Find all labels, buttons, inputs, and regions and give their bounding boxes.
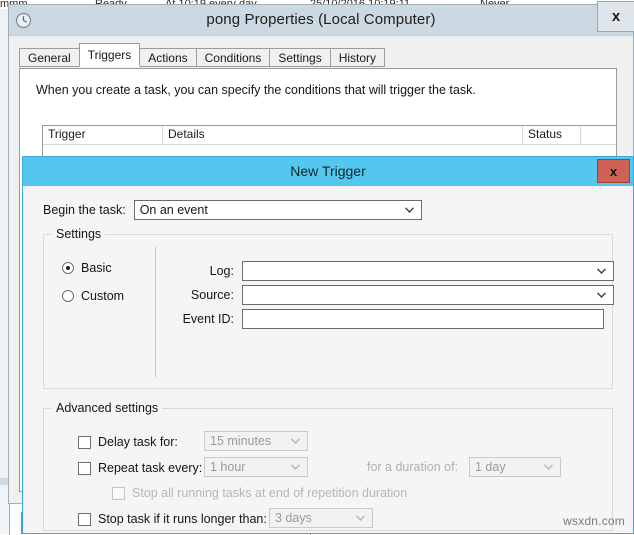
properties-tab-strip: General Triggers Actions Conditions Sett… xyxy=(19,43,386,67)
new-trigger-dialog: New Trigger x Begin the task: On an even… xyxy=(22,156,634,534)
advanced-settings-groupbox: Advanced settings Delay task for: 15 min… xyxy=(43,401,613,531)
watermark: wsxdn.com xyxy=(563,514,625,528)
source-select[interactable] xyxy=(242,285,614,305)
radio-custom-indicator xyxy=(62,290,74,302)
checkbox-repeat-task[interactable]: Repeat task every: xyxy=(78,461,202,475)
new-trigger-titlebar: New Trigger x xyxy=(23,157,633,186)
tab-settings[interactable]: Settings xyxy=(269,48,331,67)
radio-custom-label: Custom xyxy=(81,289,125,303)
chevron-down-icon xyxy=(597,292,606,298)
trigger-table-header: Trigger Details Status xyxy=(43,126,616,145)
stop-long-duration-select[interactable]: 3 days xyxy=(269,508,373,528)
event-id-row: Event ID: xyxy=(176,309,604,329)
delay-duration-select[interactable]: 15 minutes xyxy=(204,431,308,451)
source-row: Source: xyxy=(176,285,614,305)
radio-basic[interactable]: Basic xyxy=(62,261,155,275)
column-header-status[interactable]: Status xyxy=(523,126,581,144)
advanced-settings-legend: Advanced settings xyxy=(52,401,163,415)
log-label: Log: xyxy=(209,264,234,278)
close-icon[interactable]: x xyxy=(597,1,634,32)
properties-titlebar: pong Properties (Local Computer) x xyxy=(9,1,634,36)
event-id-input[interactable] xyxy=(242,309,604,329)
new-trigger-body: Begin the task: On an event Settings Bas… xyxy=(25,186,631,533)
chevron-down-icon xyxy=(544,464,553,470)
stop-all-checkbox-indicator xyxy=(112,486,125,500)
stop-long-duration-value: 3 days xyxy=(275,511,312,525)
repeat-interval-select[interactable]: 1 hour xyxy=(204,457,308,477)
delay-task-checkbox-indicator xyxy=(78,435,91,449)
stop-long-label: Stop task if it runs longer than: xyxy=(98,512,267,526)
radio-basic-label: Basic xyxy=(81,261,112,275)
tab-general[interactable]: General xyxy=(19,48,80,67)
page-title: pong Properties (Local Computer) xyxy=(206,11,436,28)
chevron-down-icon xyxy=(356,515,365,521)
begin-task-select[interactable]: On an event xyxy=(133,200,422,220)
tab-actions[interactable]: Actions xyxy=(139,48,197,67)
begin-task-value: On an event xyxy=(139,203,208,217)
chevron-down-icon xyxy=(291,464,300,470)
chevron-down-icon xyxy=(404,207,414,213)
checkbox-delay-task[interactable]: Delay task for: xyxy=(78,435,178,449)
source-label: Source: xyxy=(190,288,234,302)
repeat-task-checkbox-indicator xyxy=(78,461,91,475)
delay-task-label: Delay task for: xyxy=(98,435,178,449)
new-trigger-title: New Trigger xyxy=(290,163,366,179)
triggers-description: When you create a task, you can specify … xyxy=(36,83,476,97)
stop-long-checkbox-indicator xyxy=(78,512,91,526)
checkbox-stop-task-if-longer[interactable]: Stop task if it runs longer than: xyxy=(78,512,267,526)
chevron-down-icon xyxy=(291,438,300,444)
begin-task-label: Begin the task: xyxy=(43,203,126,217)
tab-conditions[interactable]: Conditions xyxy=(195,48,271,67)
stop-all-label: Stop all running tasks at end of repetit… xyxy=(132,486,408,500)
settings-legend: Settings xyxy=(52,227,106,241)
log-row: Log: xyxy=(176,261,614,281)
radio-custom[interactable]: Custom xyxy=(62,289,155,303)
begin-task-row: Begin the task: On an event xyxy=(43,200,422,220)
settings-mode-column: Basic Custom xyxy=(44,247,156,377)
settings-groupbox: Settings Basic Custom Log: Source: Event… xyxy=(43,227,614,389)
column-header-spacer xyxy=(581,126,616,144)
event-id-label: Event ID: xyxy=(182,312,234,326)
tab-triggers[interactable]: Triggers xyxy=(78,43,141,67)
log-select[interactable] xyxy=(242,261,614,281)
duration-label: for a duration of: xyxy=(367,460,459,474)
column-header-trigger[interactable]: Trigger xyxy=(43,126,163,144)
chevron-down-icon xyxy=(597,268,606,274)
duration-select[interactable]: 1 day xyxy=(469,457,561,477)
duration-value: 1 day xyxy=(475,460,506,474)
checkbox-stop-all-running-tasks[interactable]: Stop all running tasks at end of repetit… xyxy=(112,486,407,500)
column-header-details[interactable]: Details xyxy=(163,126,523,144)
delay-duration-value: 15 minutes xyxy=(210,434,272,448)
repeat-task-label: Repeat task every: xyxy=(98,461,203,475)
tab-history[interactable]: History xyxy=(329,48,386,67)
radio-basic-indicator xyxy=(62,262,74,274)
close-icon[interactable]: x xyxy=(597,159,630,183)
repeat-interval-value: 1 hour xyxy=(210,460,246,474)
